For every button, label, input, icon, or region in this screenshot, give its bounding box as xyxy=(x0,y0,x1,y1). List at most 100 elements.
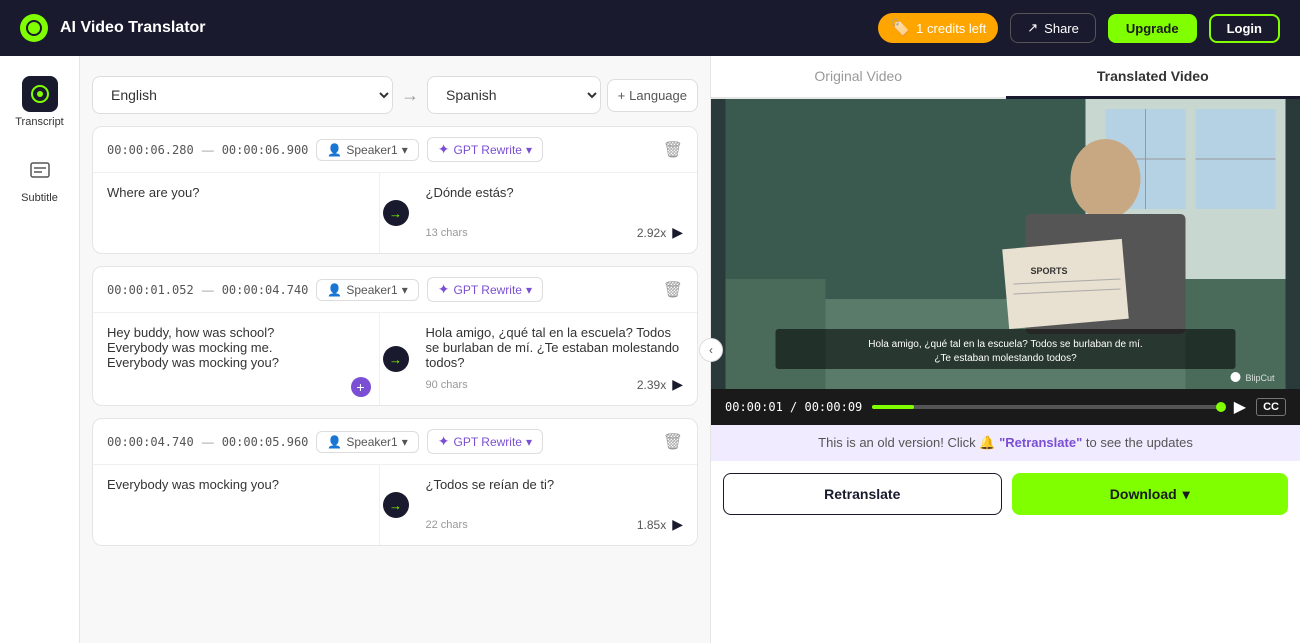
card-2-translated-text: Hola amigo, ¿qué tal en la escuela? Todo… xyxy=(426,325,684,370)
card-2-header: 00:00:01.052 — 00:00:04.740 👤 Speaker1 ▾… xyxy=(93,267,697,313)
card-1-char-count: 13 chars xyxy=(426,227,468,239)
card-1-time-start: 00:00:06.280 xyxy=(107,143,194,157)
target-language-container: Spanish + Language xyxy=(427,76,698,114)
share-button[interactable]: ↗ Share xyxy=(1010,13,1096,43)
speaker-icon: 👤 xyxy=(327,143,342,157)
gpt-chevron-icon: ▾ xyxy=(526,143,532,157)
card-3-time-end: 00:00:05.960 xyxy=(222,435,309,449)
svg-text:¿Te estaban molestando todos?: ¿Te estaban molestando todos? xyxy=(934,353,1077,364)
card-3-speaker-button[interactable]: 👤 Speaker1 ▾ xyxy=(316,431,418,453)
collapse-panel-button[interactable]: ‹ xyxy=(699,338,723,362)
card-1-speaker-button[interactable]: 👤 Speaker1 ▾ xyxy=(316,139,418,161)
retranslate-banner: This is an old version! Click 🔔 "Retrans… xyxy=(711,425,1300,461)
video-progress-fill xyxy=(872,405,914,409)
card-1-translated: ¿Dónde estás? 13 chars 2.92x ▶ xyxy=(412,173,698,253)
card-2-time-dash: — xyxy=(202,283,214,297)
source-language-select[interactable]: English xyxy=(92,76,393,114)
gpt-3-chevron-icon: ▾ xyxy=(526,435,532,449)
card-2-time-end: 00:00:04.740 xyxy=(222,283,309,297)
card-1-translate-button[interactable]: → xyxy=(380,173,412,253)
card-2-footer: 90 chars 2.39x ▶ xyxy=(426,376,684,393)
card-1-translated-text: ¿Dónde estás? xyxy=(426,185,684,218)
card-3-footer: 22 chars 1.85x ▶ xyxy=(426,516,684,533)
gpt-3-icon: ✦ xyxy=(438,433,450,450)
card-3-speed: 1.85x xyxy=(637,518,666,532)
card-1-play-button[interactable]: ▶ xyxy=(672,224,683,241)
card-2-char-count: 90 chars xyxy=(426,379,468,391)
card-3-time-start: 00:00:04.740 xyxy=(107,435,194,449)
card-3-gpt-button[interactable]: ✦ GPT Rewrite ▾ xyxy=(427,429,543,454)
card-2-add-button[interactable]: + xyxy=(351,377,371,397)
card-3-body: Everybody was mocking you? → ¿Todos se r… xyxy=(93,465,697,545)
card-3-delete-button[interactable]: 🗑 xyxy=(663,432,683,452)
main-layout: Transcript Subtitle English → Spani xyxy=(0,56,1300,643)
tab-translated-video[interactable]: Translated Video xyxy=(1006,56,1300,99)
gpt-2-icon: ✦ xyxy=(438,281,450,298)
card-3-char-count: 22 chars xyxy=(426,519,468,531)
card-1-speed-info: 2.92x ▶ xyxy=(637,224,683,241)
video-controls: 00:00:01 / 00:00:09 ▶ CC xyxy=(711,389,1300,425)
card-2-translate-button[interactable]: → xyxy=(380,313,412,405)
card-2-delete-button[interactable]: 🗑 xyxy=(663,280,683,300)
card-1-footer: 13 chars 2.92x ▶ xyxy=(426,224,684,241)
card-3-gpt-label: GPT Rewrite xyxy=(454,435,522,449)
transcript-icon xyxy=(22,76,58,112)
total-time: 00:00:09 xyxy=(804,400,862,414)
card-1-gpt-button[interactable]: ✦ GPT Rewrite ▾ xyxy=(427,137,543,162)
card-3-translated: ¿Todos se reían de ti? 22 chars 1.85x ▶ xyxy=(412,465,698,545)
banner-text-before: This is an old version! Click xyxy=(818,435,976,450)
add-language-label: Language xyxy=(629,88,687,103)
speaker-3-chevron-icon: ▾ xyxy=(402,435,408,449)
retranslate-button[interactable]: Retranslate xyxy=(723,473,1002,515)
sidebar-item-transcript[interactable]: Transcript xyxy=(6,68,74,136)
card-3-original-text: Everybody was mocking you? xyxy=(107,477,279,492)
tab-original-label: Original Video xyxy=(814,68,902,84)
card-2-gpt-button[interactable]: ✦ GPT Rewrite ▾ xyxy=(427,277,543,302)
gpt-icon: ✦ xyxy=(438,141,450,158)
bell-icon: 🔔 xyxy=(979,435,999,450)
card-3-play-button[interactable]: ▶ xyxy=(672,516,683,533)
video-tabs: Original Video Translated Video xyxy=(711,56,1300,99)
login-button[interactable]: Login xyxy=(1209,14,1280,43)
svg-text:Hola amigo, ¿qué tal en la esc: Hola amigo, ¿qué tal en la escuela? Todo… xyxy=(868,339,1142,350)
card-3-original: Everybody was mocking you? xyxy=(93,465,380,545)
download-chevron-icon: ▾ xyxy=(1183,486,1190,503)
credits-badge: 🏷️ 1 credits left xyxy=(878,13,998,43)
card-3-translate-button[interactable]: → xyxy=(380,465,412,545)
center-panel: English → Spanish + Language 00:00:06.28… xyxy=(80,56,710,643)
share-icon: ↗ xyxy=(1027,20,1038,36)
video-progress-bar[interactable] xyxy=(872,405,1224,409)
upgrade-button[interactable]: Upgrade xyxy=(1108,14,1197,43)
speaker-chevron-icon: ▾ xyxy=(402,143,408,157)
card-2-speaker-button[interactable]: 👤 Speaker1 ▾ xyxy=(316,279,418,301)
target-language-select[interactable]: Spanish xyxy=(427,76,601,114)
banner-text-after: to see the updates xyxy=(1086,435,1193,450)
sidebar: Transcript Subtitle xyxy=(0,56,80,643)
current-time: 00:00:01 xyxy=(725,400,783,414)
card-2-time-start: 00:00:01.052 xyxy=(107,283,194,297)
card-1-delete-button[interactable]: 🗑 xyxy=(663,140,683,160)
card-3-time-dash: — xyxy=(202,435,214,449)
video-play-button[interactable]: ▶ xyxy=(1234,397,1246,417)
bottom-actions: Retranslate Download ▾ xyxy=(711,461,1300,527)
download-button[interactable]: Download ▾ xyxy=(1012,473,1289,515)
app-title: AI Video Translator xyxy=(60,19,866,37)
card-2-play-button[interactable]: ▶ xyxy=(672,376,683,393)
speaker-2-icon: 👤 xyxy=(327,283,342,297)
download-label: Download xyxy=(1110,486,1177,502)
subtitle-label: Subtitle xyxy=(21,192,58,204)
app-logo xyxy=(20,14,48,42)
cc-button[interactable]: CC xyxy=(1256,398,1286,416)
card-2-original-text: Hey buddy, how was school? Everybody was… xyxy=(107,325,279,370)
add-language-button[interactable]: + Language xyxy=(607,79,698,112)
tab-translated-label: Translated Video xyxy=(1097,68,1209,84)
card-1-speaker-label: Speaker1 xyxy=(346,143,397,157)
sidebar-item-subtitle[interactable]: Subtitle xyxy=(6,144,74,212)
tab-original-video[interactable]: Original Video xyxy=(711,56,1006,99)
card-2-translated: Hola amigo, ¿qué tal en la escuela? Todo… xyxy=(412,313,698,405)
translate-arrow-3-icon: → xyxy=(383,492,409,518)
time-separator: / xyxy=(790,400,804,414)
retranslate-link[interactable]: "Retranslate" xyxy=(999,435,1082,450)
speaker-3-icon: 👤 xyxy=(327,435,342,449)
card-1-original: Where are you? xyxy=(93,173,380,253)
